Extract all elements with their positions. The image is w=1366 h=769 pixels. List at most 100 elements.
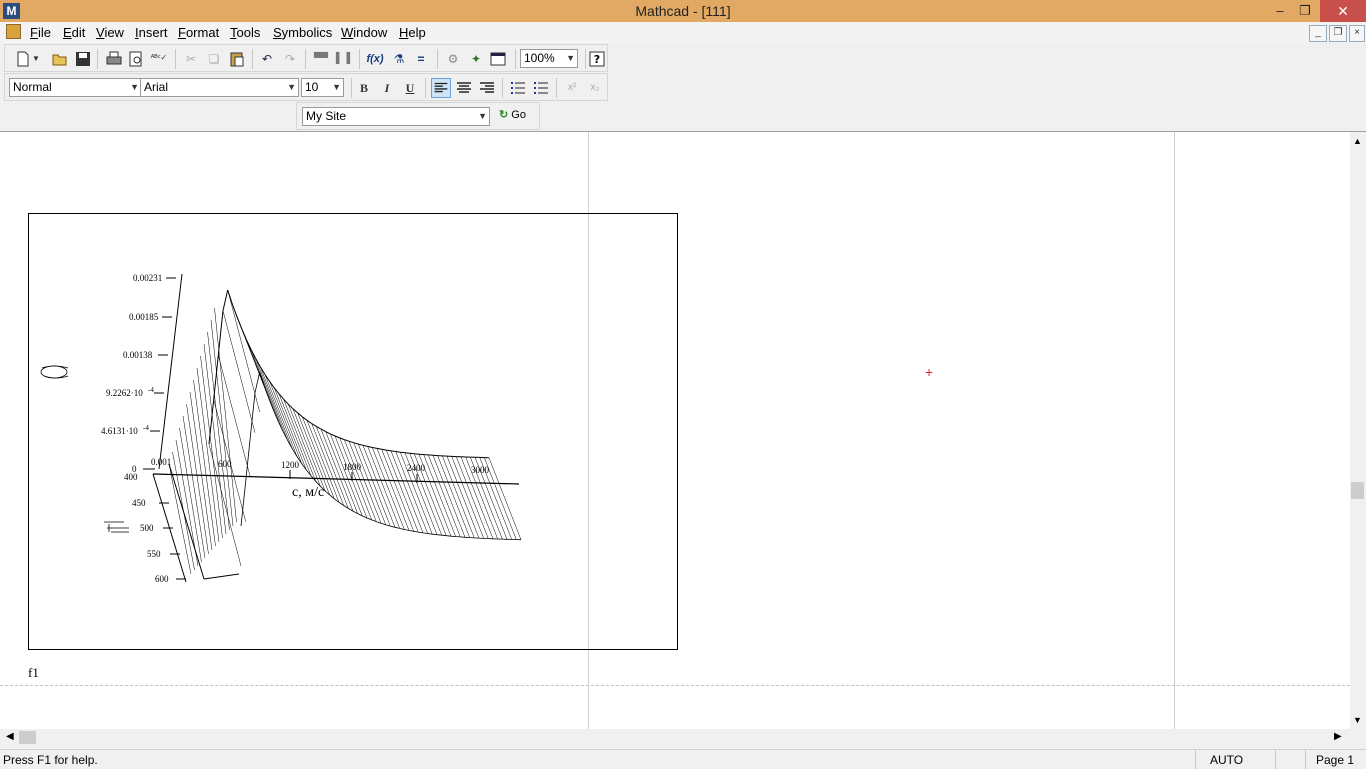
surface-mesh (169, 290, 521, 579)
open-icon[interactable] (50, 49, 70, 69)
print-icon[interactable] (104, 49, 124, 69)
calculate-icon[interactable]: = (411, 49, 431, 69)
cut-icon[interactable]: ✂ (181, 49, 201, 69)
save-icon[interactable] (73, 49, 93, 69)
menu-view[interactable]: View (96, 25, 124, 40)
document-icon[interactable] (6, 24, 21, 39)
menu-file[interactable]: File (30, 25, 51, 40)
spellcheck-icon[interactable]: ᴬᴮᶜ✓ (149, 48, 169, 68)
surface-line (255, 372, 260, 393)
scroll-left-icon[interactable]: ◀ (6, 731, 14, 742)
surface-line (358, 444, 390, 526)
surface-line (279, 394, 284, 400)
align-center-icon[interactable] (454, 78, 474, 98)
copy-icon[interactable]: ❏ (204, 49, 224, 69)
horizontal-scroll-thumb[interactable] (19, 731, 36, 744)
formatting-toolbar: Normal▼ Arial▼ 10▼ B I U x² x₂ (0, 73, 1366, 102)
surface-line (428, 534, 433, 535)
insert-unit-icon[interactable]: ⚗ (389, 49, 409, 69)
status-divider (1305, 750, 1306, 769)
font-size-select[interactable]: 10▼ (301, 78, 344, 97)
font-select[interactable]: Arial▼ (140, 78, 299, 97)
help-icon[interactable]: ? (587, 49, 607, 69)
horizontal-scrollbar[interactable]: ◀ ▶ (0, 729, 1350, 747)
surface-line (377, 448, 409, 530)
menu-tools[interactable]: Tools (230, 25, 260, 40)
style-select[interactable]: Normal▼ (9, 78, 142, 97)
surface-line (391, 451, 396, 452)
numbering-icon[interactable] (531, 78, 551, 98)
align-left-icon[interactable] (431, 78, 451, 98)
x-tick-label: 1800 (343, 462, 362, 472)
formatting-toolbar-group: Normal▼ Arial▼ 10▼ B I U x² x₂ (4, 73, 608, 101)
y-tick-label: 600 (155, 574, 169, 584)
z-tick-exponent: -4 (143, 424, 149, 432)
menu-window[interactable]: Window (341, 25, 387, 40)
status-calc-mode: AUTO (1210, 753, 1243, 767)
menu-symbolics[interactable]: Symbolics (273, 25, 332, 40)
redo-icon[interactable]: ↷ (280, 49, 300, 69)
surface-line (382, 449, 414, 531)
superscript-button[interactable]: x² (562, 78, 582, 98)
close-button[interactable]: ✕ (1320, 0, 1366, 22)
print-preview-icon[interactable] (126, 49, 146, 69)
standard-toolbar-group: ▼ ᴬᴮᶜ✓ ✂ ❏ ↶ ↷ ▀▀ ▌▐ f(x) ⚗ = ⚙ ✦ 100%▼ … (4, 44, 608, 72)
subscript-button[interactable]: x₂ (585, 78, 605, 98)
doc-restore-button[interactable]: ❐ (1329, 25, 1347, 42)
new-icon[interactable] (13, 49, 33, 69)
zoom-select[interactable]: 100%▼ (520, 49, 578, 68)
surface-line (326, 432, 358, 514)
dropdown-icon[interactable]: ▼ (31, 49, 41, 69)
worksheet[interactable]: 0.00231 0.00185 0.00138 9.2262·10 -4 4.6… (0, 132, 1350, 729)
x-tick-label: 0.001 (151, 457, 171, 467)
align-horizontal-icon[interactable]: ▀▀ (311, 49, 331, 69)
component-icon[interactable]: ⚙ (443, 49, 463, 69)
surface-line (446, 536, 451, 537)
region-label: f1 (28, 665, 39, 681)
menu-help[interactable]: Help (399, 25, 426, 40)
separator (359, 49, 360, 69)
bold-button[interactable]: B (354, 78, 374, 98)
window-icon[interactable] (488, 49, 508, 69)
vertical-scrollbar[interactable]: ▲ ▼ (1350, 132, 1366, 729)
insert-function-icon[interactable]: f(x) (365, 49, 385, 69)
paste-icon[interactable] (227, 49, 247, 69)
align-vertical-icon[interactable]: ▌▐ (333, 49, 353, 69)
scroll-up-icon[interactable]: ▲ (1353, 136, 1362, 146)
resources-icon[interactable]: ✦ (466, 49, 486, 69)
y-tick-label: 450 (132, 498, 146, 508)
go-button[interactable]: ↻ Go (499, 108, 526, 121)
surface-line (274, 388, 279, 394)
menu-edit[interactable]: Edit (63, 25, 85, 40)
surface-line (283, 431, 288, 440)
surface-line (437, 535, 442, 536)
z-tick-label: 0.00138 (123, 350, 153, 360)
doc-minimize-button[interactable]: _ (1309, 25, 1327, 42)
surface-line (306, 470, 311, 476)
surface-plot[interactable]: 0.00231 0.00185 0.00138 9.2262·10 -4 4.6… (28, 213, 678, 650)
vertical-scroll-thumb[interactable] (1351, 482, 1364, 499)
italic-button[interactable]: I (377, 78, 397, 98)
scroll-right-icon[interactable]: ▶ (1334, 731, 1342, 742)
site-select[interactable]: My Site▼ (302, 107, 490, 126)
underline-button[interactable]: U (400, 78, 420, 98)
undo-icon[interactable]: ↶ (257, 49, 277, 69)
surface-line (400, 452, 405, 453)
menu-insert[interactable]: Insert (135, 25, 168, 40)
surface-line (270, 382, 302, 464)
surface-line (410, 453, 415, 454)
doc-close-button[interactable]: × (1349, 25, 1365, 42)
restore-button[interactable]: ❐ (1290, 0, 1320, 22)
y-axis-scribble-icon (104, 522, 129, 532)
surface-line (363, 445, 368, 446)
bullets-icon[interactable] (508, 78, 528, 98)
align-right-icon[interactable] (477, 78, 497, 98)
surface-line (377, 448, 382, 449)
scroll-down-icon[interactable]: ▼ (1353, 715, 1362, 725)
surface-line (194, 380, 216, 546)
surface-line (414, 531, 419, 532)
menu-format[interactable]: Format (178, 25, 219, 40)
surface-line (169, 464, 204, 579)
separator (585, 49, 586, 69)
z-tick-label: 9.2262·10 (106, 388, 143, 398)
